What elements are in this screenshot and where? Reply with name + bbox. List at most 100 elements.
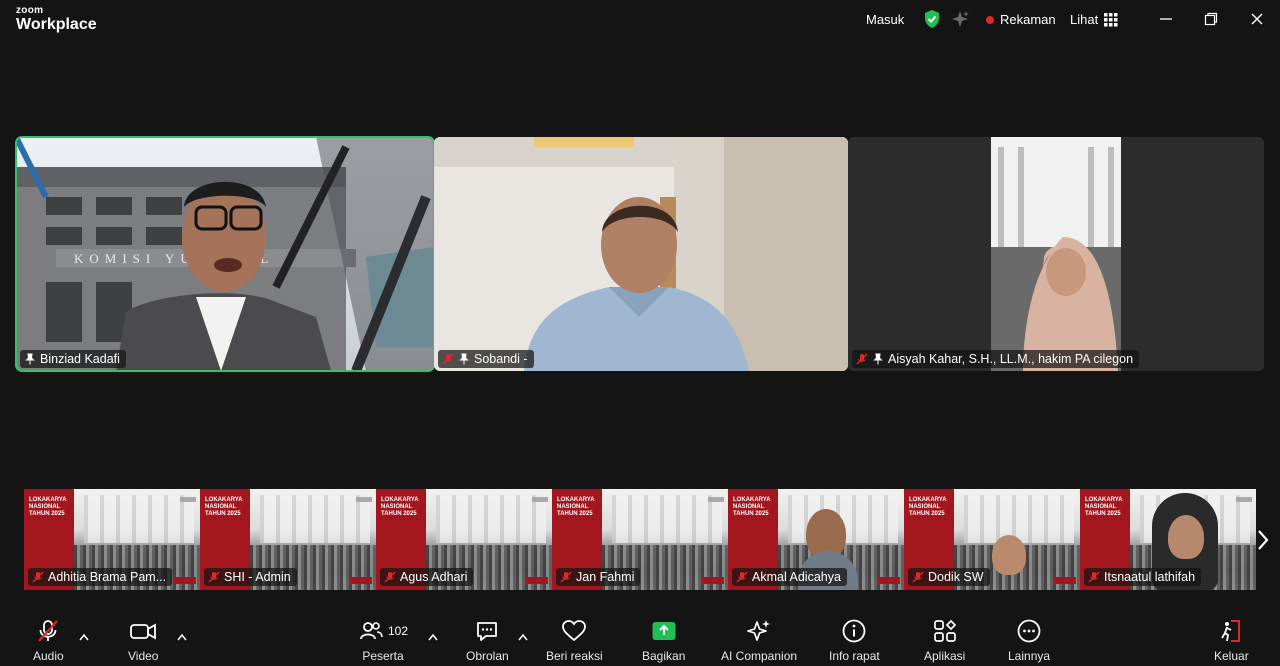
apps-label: Aplikasi [924, 649, 966, 663]
masuk-label: Masuk [866, 12, 905, 27]
name-tag: Adhitia Brama Pam... [28, 568, 173, 586]
name-tag: Jan Fahmi [556, 568, 641, 586]
logo-icon [708, 497, 724, 502]
thumb-tile[interactable]: LOKAKARYA NASIONAL TAHUN 2025 SHI - Admi… [200, 489, 376, 590]
share-label: Bagikan [642, 649, 686, 663]
shield-icon[interactable] [922, 9, 942, 29]
logo-icon [356, 497, 372, 502]
participant-face [992, 535, 1026, 575]
participant-name: Agus Adhari [400, 570, 468, 584]
columns-graphic [612, 495, 722, 543]
columns-graphic [964, 495, 1074, 543]
leave-door-icon [1221, 620, 1241, 642]
more-button[interactable]: Lainnya [1008, 618, 1050, 663]
camera-icon [130, 623, 157, 640]
sparkle-icon[interactable] [950, 9, 970, 29]
muted-mic-icon [32, 571, 44, 583]
thumb-tile[interactable]: LOKAKARYA NASIONAL TAHUN 2025 Akmal Adic… [728, 489, 904, 590]
badge [350, 577, 372, 584]
slide-title: LOKAKARYA NASIONAL TAHUN 2025 [557, 497, 595, 517]
columns-graphic [436, 495, 546, 543]
brand-big: Workplace [16, 16, 97, 33]
badge [526, 577, 548, 584]
name-tag: Sobandi - [438, 350, 534, 368]
ai-companion-button[interactable]: AI Companion [721, 618, 797, 663]
participants-label: Peserta [362, 649, 404, 663]
close-icon[interactable] [1245, 8, 1269, 30]
video-tile-aisyah[interactable]: Aisyah Kahar, S.H., LL.M., hakim PA cile… [848, 137, 1264, 371]
audio-button[interactable]: Audio [33, 618, 64, 663]
participant-name: SHI - Admin [224, 570, 291, 584]
meeting-info-label: Info rapat [829, 649, 880, 663]
react-label: Beri reaksi [546, 649, 603, 663]
muted-mic-icon [208, 571, 220, 583]
thumb-tile[interactable]: LOKAKARYA NASIONAL TAHUN 2025 Jan Fahmi [552, 489, 728, 590]
video-feed-sobandi [434, 137, 848, 371]
muted-mic-icon [856, 353, 868, 365]
share-button[interactable]: Bagikan [642, 618, 685, 663]
minimize-icon[interactable] [1154, 8, 1178, 30]
muted-mic-icon [912, 571, 924, 583]
restore-icon[interactable] [1199, 8, 1223, 30]
chevron-right-icon[interactable] [1256, 527, 1270, 553]
video-options-chevron-up-icon[interactable] [177, 628, 187, 641]
video-tile-sobandi[interactable]: Sobandi - [434, 137, 848, 371]
chat-icon [477, 622, 498, 641]
video-tile-binziad[interactable]: KOMISI YUDISIAL Binziad Kadafi [15, 136, 435, 372]
info-icon [842, 619, 866, 643]
thumb-tile[interactable]: LOKAKARYA NASIONAL TAHUN 2025 Itsnaatul … [1080, 489, 1256, 590]
logo-icon [1236, 497, 1252, 502]
share-screen-icon [652, 622, 676, 640]
view-button[interactable]: Lihat [1070, 12, 1118, 27]
participant-name: Dodik SW [928, 570, 984, 584]
zoom-logo: zoom Workplace [16, 6, 97, 33]
more-icon [1017, 619, 1041, 643]
participants-button[interactable]: 102 Peserta [358, 618, 408, 663]
leave-label: Keluar [1214, 649, 1249, 663]
recording-label: Rekaman [1000, 12, 1056, 27]
participant-name: Aisyah Kahar, S.H., LL.M., hakim PA cile… [888, 352, 1134, 366]
leave-button[interactable]: Keluar [1214, 618, 1249, 663]
participants-count: 102 [388, 624, 409, 638]
participant-name: Adhitia Brama Pam... [48, 570, 167, 584]
participant-name: Itsnaatul lathifah [1104, 570, 1196, 584]
name-tag: Aisyah Kahar, S.H., LL.M., hakim PA cile… [852, 350, 1140, 368]
badge [174, 577, 196, 584]
muted-mic-icon [736, 571, 748, 583]
columns-graphic [260, 495, 370, 543]
recording-indicator[interactable]: Rekaman [986, 12, 1056, 27]
slide-title: LOKAKARYA NASIONAL TAHUN 2025 [381, 497, 419, 517]
logo-icon [180, 497, 196, 502]
participants-options-chevron-up-icon[interactable] [428, 628, 438, 641]
meeting-info-button[interactable]: Info rapat [829, 618, 880, 663]
thumb-tile[interactable]: LOKAKARYA NASIONAL TAHUN 2025 Dodik SW [904, 489, 1080, 590]
slide-title: LOKAKARYA NASIONAL TAHUN 2025 [733, 497, 771, 517]
muted-mic-icon [560, 571, 572, 583]
name-tag: Itsnaatul lathifah [1084, 568, 1202, 586]
thumb-tile[interactable]: LOKAKARYA NASIONAL TAHUN 2025 Agus Adhar… [376, 489, 552, 590]
muted-mic-icon [384, 571, 396, 583]
ai-sparkle-icon [747, 620, 771, 641]
columns-graphic [84, 495, 194, 543]
title-bar: zoom Workplace Masuk Rekaman Lihat [0, 0, 1280, 40]
apps-button[interactable]: Aplikasi [924, 618, 965, 663]
thumb-tile[interactable]: LOKAKARYA NASIONAL TAHUN 2025 Adhitia Br… [24, 489, 200, 590]
heart-icon [562, 620, 587, 642]
chat-options-chevron-up-icon[interactable] [518, 628, 528, 641]
video-feed-aisyah [848, 137, 1264, 371]
participant-strip: LOKAKARYA NASIONAL TAHUN 2025 Adhitia Br… [24, 489, 1256, 590]
participant-name: Jan Fahmi [576, 570, 635, 584]
slide-title: LOKAKARYA NASIONAL TAHUN 2025 [29, 497, 67, 517]
more-label: Lainnya [1008, 649, 1051, 663]
participant-face [1168, 515, 1204, 559]
muted-mic-icon [1088, 571, 1100, 583]
participant-name: Akmal Adicahya [752, 570, 841, 584]
react-button[interactable]: Beri reaksi [546, 618, 603, 663]
chat-label: Obrolan [466, 649, 509, 663]
audio-options-chevron-up-icon[interactable] [79, 628, 89, 641]
chat-button[interactable]: Obrolan [466, 618, 509, 663]
video-button[interactable]: Video [128, 618, 158, 663]
masuk-button[interactable]: Masuk [866, 12, 904, 27]
slide-title: LOKAKARYA NASIONAL TAHUN 2025 [1085, 497, 1123, 517]
slide-title: LOKAKARYA NASIONAL TAHUN 2025 [909, 497, 947, 517]
